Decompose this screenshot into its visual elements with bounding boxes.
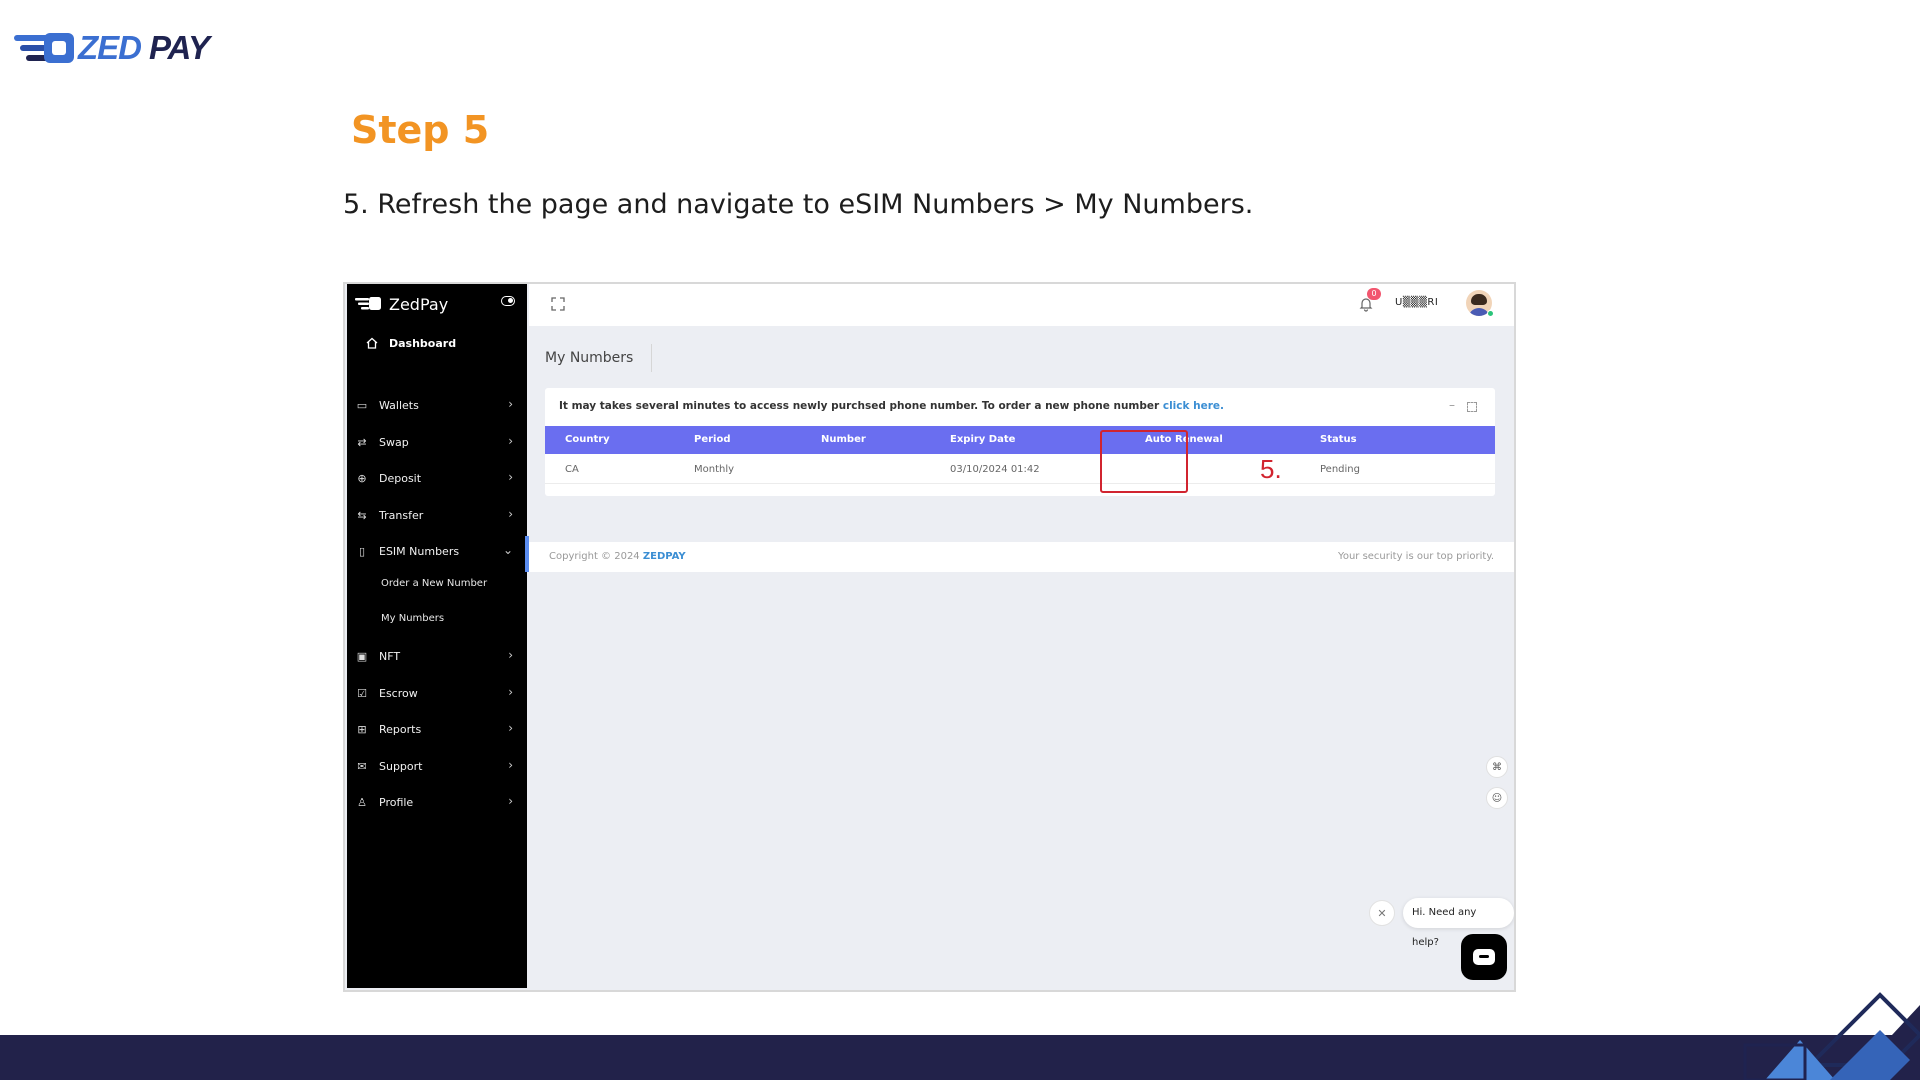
chevron-down-icon: ⌄ (502, 543, 513, 557)
user-name[interactable]: U▒▒▒RI (1395, 297, 1438, 308)
sidebar-item-wallets[interactable]: ▭ Wallets › (355, 396, 519, 414)
app-screenshot: ZedPay Dashboard ▭ Wallets › ⇄ Swap › ⊕ … (343, 282, 1516, 992)
sidebar-item-label: Transfer (379, 508, 424, 522)
chevron-right-icon: › (508, 758, 513, 772)
sidebar-item-reports[interactable]: ⊞ Reports › (355, 720, 519, 738)
sidebar-item-esim-numbers[interactable]: ▯ ESIM Numbers ⌄ (355, 542, 519, 560)
col-expiry-date: Expiry Date (950, 434, 1016, 445)
col-period: Period (694, 434, 731, 445)
corner-decoration (1743, 992, 1920, 1080)
home-icon (366, 337, 378, 349)
cell-country: CA (565, 464, 579, 475)
col-number: Number (821, 434, 866, 445)
notice-text: It may takes several minutes to access n… (559, 400, 1224, 412)
swap-icon: ⇄ (357, 435, 367, 449)
cell-period: Monthly (694, 464, 735, 475)
minimize-icon[interactable]: – (1449, 398, 1455, 412)
transfer-icon: ⇆ (357, 508, 367, 522)
sidebar-item-label: Wallets (379, 398, 419, 412)
title-divider (651, 344, 652, 372)
sidebar-item-label: ESIM Numbers (379, 544, 460, 558)
zedpay-logo: ZED PAY (14, 28, 224, 68)
sidebar-item-label: Escrow (379, 686, 418, 700)
chat-greeting-bubble[interactable]: Hi. Need any help? (1403, 898, 1514, 948)
sidebar-item-escrow[interactable]: ☑ Escrow › (355, 684, 519, 702)
chevron-right-icon: › (508, 507, 513, 521)
close-icon[interactable]: ✕ (1369, 900, 1395, 926)
cell-expiry-date: 03/10/2024 01:42 (950, 464, 1040, 475)
order-number-link[interactable]: click here. (1163, 400, 1224, 412)
footer-band (0, 1035, 1920, 1080)
chevron-right-icon: › (508, 470, 513, 484)
wallet-icon: ▭ (356, 398, 368, 412)
user-icon: ♙ (357, 795, 367, 809)
sidebar-item-support[interactable]: ✉ Support › (355, 757, 519, 775)
security-text: Your security is our top priority. (1338, 551, 1494, 562)
sidebar-item-label: Reports (379, 722, 422, 736)
expand-card-icon[interactable] (1467, 402, 1477, 412)
step-description: 5. Refresh the page and navigate to eSIM… (343, 189, 1254, 220)
col-country: Country (565, 434, 610, 445)
chevron-right-icon: › (508, 397, 513, 411)
check-square-icon: ☑ (357, 686, 367, 700)
copyright-label: Copyright © 2024 (549, 551, 643, 562)
sidebar-item-label: Support (379, 759, 423, 773)
brand-logo-icon (355, 297, 381, 310)
copyright-text: Copyright © 2024 ZEDPAY (549, 551, 686, 562)
deposit-icon: ⊕ (357, 471, 367, 485)
brand-name: ZedPay (389, 294, 449, 314)
sidebar-subitem-order-new-number[interactable]: Order a New Number (381, 578, 487, 589)
phone-icon: ▯ (358, 544, 366, 558)
sidebar-brand[interactable]: ZedPay (355, 292, 519, 316)
chat-icon (1473, 949, 1495, 965)
page-title: My Numbers (545, 350, 634, 366)
sidebar-item-swap[interactable]: ⇄ Swap › (355, 433, 519, 451)
sidebar-item-label: Profile (379, 795, 414, 809)
cell-status: Pending (1320, 464, 1360, 475)
step-title: Step 5 (351, 108, 490, 152)
sidebar-item-label: NFT (379, 649, 401, 663)
notification-badge: 0 (1367, 288, 1381, 300)
chevron-right-icon: › (508, 648, 513, 662)
chevron-right-icon: › (508, 434, 513, 448)
sidebar-item-nft[interactable]: ▣ NFT › (355, 647, 519, 665)
logo-wordmark: ZED PAY (78, 29, 210, 67)
sidebar-subitem-my-numbers[interactable]: My Numbers (381, 613, 444, 624)
sidebar-item-transfer[interactable]: ⇆ Transfer › (355, 506, 519, 524)
sidebar-item-deposit[interactable]: ⊕ Deposit › (355, 469, 519, 487)
notice-body: It may takes several minutes to access n… (559, 400, 1163, 412)
status-highlight-box (1100, 430, 1188, 493)
fullscreen-icon[interactable] (551, 297, 565, 311)
sidebar-toggle-icon[interactable] (501, 296, 515, 306)
my-numbers-card: It may takes several minutes to access n… (545, 388, 1495, 496)
image-icon: ▣ (356, 649, 368, 663)
col-status: Status (1320, 434, 1357, 445)
chevron-right-icon: › (508, 794, 513, 808)
step-annotation: 5. (1260, 454, 1282, 484)
chat-button[interactable] (1461, 934, 1507, 980)
sidebar: ZedPay Dashboard ▭ Wallets › ⇄ Swap › ⊕ … (347, 284, 527, 988)
sidebar-item-label: Swap (379, 435, 409, 449)
grid-icon: ⊞ (357, 722, 367, 736)
sidebar-item-label: Dashboard (389, 336, 457, 350)
sidebar-item-profile[interactable]: ♙ Profile › (355, 793, 519, 811)
footer-brand-link[interactable]: ZEDPAY (643, 551, 686, 562)
mail-icon: ✉ (357, 759, 367, 773)
logo-zed: ZED (78, 29, 142, 66)
logo-pay: PAY (149, 29, 210, 66)
support-bot-icon[interactable]: ☺ (1486, 787, 1508, 809)
sidebar-item-label: Deposit (379, 471, 422, 485)
chevron-right-icon: › (508, 685, 513, 699)
chevron-right-icon: › (508, 721, 513, 735)
apps-icon[interactable]: ⌘ (1486, 756, 1508, 778)
table-header: Country Period Number Expiry Date Auto R… (545, 426, 1495, 454)
logo-speed-icon (14, 33, 74, 63)
app-footer: Copyright © 2024 ZEDPAY Your security is… (529, 542, 1514, 572)
online-status-dot (1487, 310, 1494, 317)
topbar: 0 U▒▒▒RI (529, 284, 1514, 326)
sidebar-item-dashboard[interactable]: Dashboard (365, 334, 456, 352)
table-row[interactable]: CA Monthly 03/10/2024 01:42 Pending (545, 454, 1495, 484)
